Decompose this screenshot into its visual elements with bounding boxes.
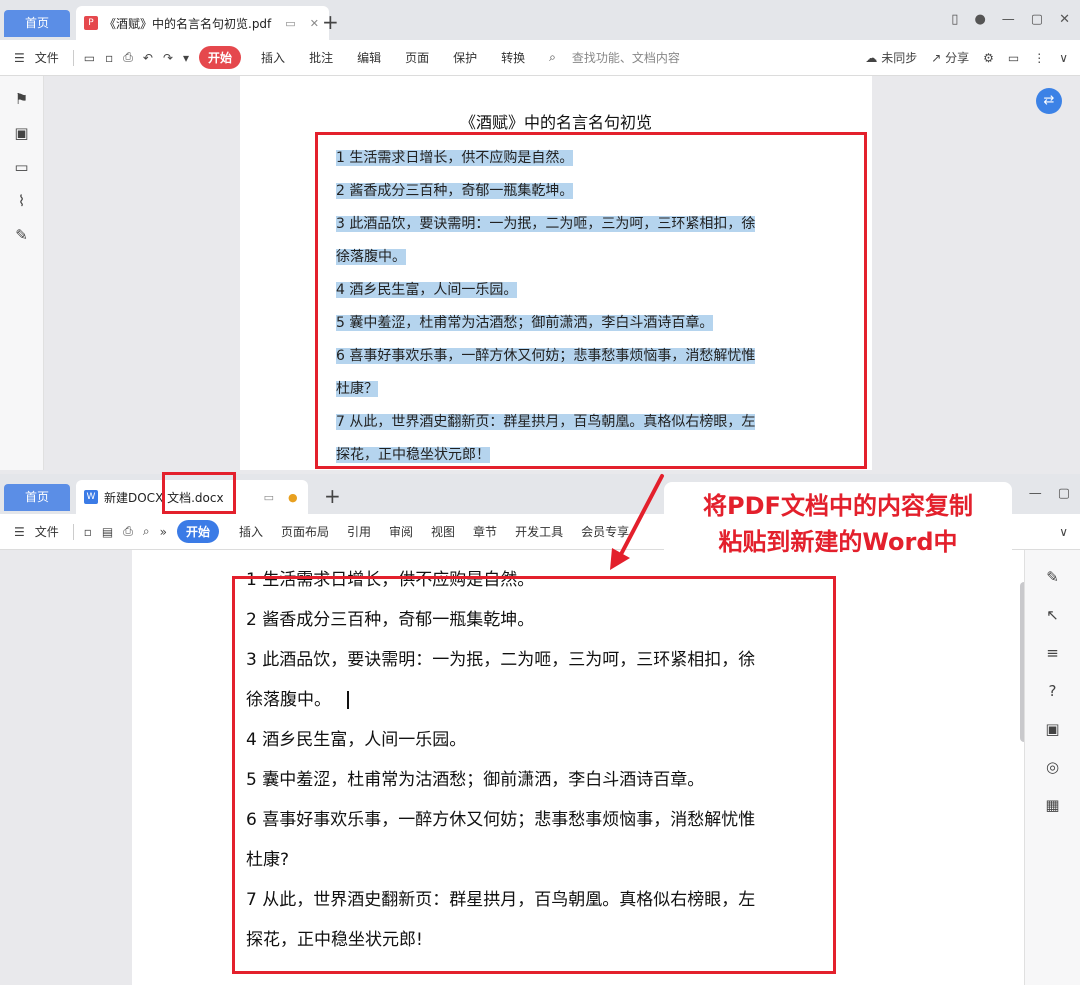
pdf-tab-title: 《酒赋》中的名言名句初览.pdf bbox=[104, 16, 272, 31]
callout-line-2: 粘贴到新建的Word中 bbox=[718, 528, 958, 556]
export-pdf-icon[interactable]: ▤ bbox=[102, 525, 113, 539]
tab-annotate[interactable]: 批注 bbox=[309, 49, 333, 66]
tab-edit[interactable]: 编辑 bbox=[357, 49, 381, 66]
collapse-icon[interactable]: ∨ bbox=[1059, 51, 1068, 65]
close-icon[interactable]: ✕ bbox=[1059, 12, 1070, 27]
tab-section[interactable]: 章节 bbox=[473, 523, 497, 540]
new-tab-icon[interactable]: + bbox=[322, 10, 339, 34]
save-icon[interactable]: ▫ bbox=[105, 51, 113, 65]
tab-layout[interactable]: 页面布局 bbox=[281, 523, 329, 540]
preview-icon[interactable]: ⌕ bbox=[143, 524, 150, 539]
more-icon[interactable]: ⋮ bbox=[1033, 51, 1045, 65]
callout-line-1: 将PDF文档中的内容复制 bbox=[703, 492, 973, 520]
file-menu[interactable]: 文件 bbox=[35, 49, 59, 66]
sync-button[interactable]: ☁ 未同步 bbox=[865, 49, 917, 66]
start-tab[interactable]: 开始 bbox=[199, 46, 242, 69]
share-label: 分享 bbox=[945, 51, 970, 65]
tab-insert[interactable]: 插入 bbox=[239, 523, 263, 540]
pdf-document-title: 《酒赋》中的名言名句初览 bbox=[459, 113, 652, 132]
signature-icon[interactable]: ✎ bbox=[0, 226, 43, 246]
translate-fab-icon[interactable]: ⇄ bbox=[1036, 88, 1062, 114]
maximize-icon[interactable]: ▢ bbox=[1058, 486, 1070, 501]
cursor-icon[interactable]: ↖ bbox=[1025, 606, 1080, 626]
word-right-rail: ✎ ↖ ≡ ? ▣ ◎ ▦ … bbox=[1024, 550, 1080, 985]
start-tab[interactable]: 开始 bbox=[176, 520, 219, 543]
tab-references[interactable]: 引用 bbox=[347, 523, 371, 540]
pdf-file-icon: P bbox=[84, 16, 98, 30]
divider bbox=[72, 523, 74, 540]
location-icon[interactable]: ◎ bbox=[1025, 758, 1080, 778]
cloud-icon: ☁ bbox=[865, 51, 882, 65]
tab-insert[interactable]: 插入 bbox=[261, 49, 285, 66]
monitor-icon[interactable]: ▭ bbox=[285, 17, 295, 30]
layout-icon[interactable]: ▯ bbox=[951, 12, 958, 27]
divider bbox=[72, 49, 74, 66]
redo-icon[interactable]: ↷ bbox=[163, 51, 173, 65]
sync-label: 未同步 bbox=[881, 51, 918, 65]
pdf-document-tab[interactable]: P 《酒赋》中的名言名句初览.pdf ▭ ✕ bbox=[76, 6, 329, 40]
print-icon[interactable]: ⎙ bbox=[123, 50, 133, 65]
open-folder-icon[interactable]: ▭ bbox=[84, 51, 95, 65]
undo-icon[interactable]: ↶ bbox=[143, 51, 153, 65]
tab-convert[interactable]: 转换 bbox=[501, 49, 525, 66]
comment-panel-icon[interactable]: ▭ bbox=[0, 158, 43, 178]
pdf-left-rail: ⚑ ▣ ▭ ⌇ ✎ bbox=[0, 76, 44, 470]
window-controls: — ▢ bbox=[1029, 486, 1070, 501]
more-icon[interactable]: … bbox=[1025, 976, 1080, 985]
bookmark-icon[interactable]: ⚑ bbox=[0, 90, 43, 110]
instruction-callout: 将PDF文档中的内容复制 粘贴到新建的Word中 bbox=[664, 482, 1012, 568]
monitor-icon[interactable]: ▭ bbox=[264, 491, 274, 504]
minimize-icon[interactable]: — bbox=[1029, 486, 1042, 501]
collapse-icon[interactable]: ∨ bbox=[1059, 525, 1068, 539]
settings-icon[interactable]: ⚙ bbox=[983, 51, 994, 65]
help-icon[interactable]: ? bbox=[1025, 682, 1080, 702]
word-file-icon: W bbox=[84, 490, 98, 504]
menu-icon[interactable]: ☰ bbox=[14, 525, 25, 539]
search-input[interactable]: 查找功能、文档内容 bbox=[572, 49, 680, 66]
unsaved-dot-icon: ● bbox=[287, 490, 298, 504]
share-button[interactable]: ↗ 分享 bbox=[931, 49, 969, 66]
grid-icon[interactable]: ▦ bbox=[1025, 796, 1080, 816]
avatar[interactable]: ● bbox=[974, 12, 985, 27]
pdf-highlight-box bbox=[315, 132, 867, 469]
tab-developer[interactable]: 开发工具 bbox=[515, 523, 563, 540]
pdf-toolbar: ☰ 文件 ▭ ▫ ⎙ ↶ ↷ ▾ 开始 插入 批注 编辑 页面 保护 转换 ⌕ … bbox=[0, 40, 1080, 76]
more-quick-icon[interactable]: » bbox=[160, 525, 167, 539]
attachment-icon[interactable]: ⌇ bbox=[0, 192, 43, 212]
minimize-icon[interactable]: — bbox=[1002, 12, 1015, 27]
thumbnail-icon[interactable]: ▣ bbox=[0, 124, 43, 144]
arrow-icon bbox=[610, 474, 664, 570]
pen-icon[interactable]: ✎ bbox=[1025, 568, 1080, 588]
new-tab-icon[interactable]: + bbox=[324, 484, 341, 508]
docx-tab-highlight-box bbox=[162, 472, 236, 514]
window-controls: ▯ ● — ▢ ✕ bbox=[951, 12, 1070, 27]
dropdown-icon[interactable]: ▾ bbox=[183, 51, 189, 65]
menu-icon[interactable]: ☰ bbox=[14, 51, 25, 65]
save-icon[interactable]: ▫ bbox=[84, 525, 92, 539]
home-tab[interactable]: 首页 bbox=[4, 484, 70, 511]
pdf-tabbar: 首页 P 《酒赋》中的名言名句初览.pdf ▭ ✕ + ▯ ● — ▢ ✕ bbox=[0, 0, 1080, 40]
adjust-icon[interactable]: ≡ bbox=[1025, 644, 1080, 664]
word-highlight-box bbox=[232, 576, 836, 974]
maximize-icon[interactable]: ▢ bbox=[1031, 12, 1043, 27]
toolbar-right-group: ☁ 未同步 ↗ 分享 ⚙ ▭ ⋮ ∨ bbox=[865, 49, 1080, 66]
assistant-icon[interactable]: ▣ bbox=[1025, 720, 1080, 740]
tab-protect[interactable]: 保护 bbox=[453, 49, 477, 66]
file-menu[interactable]: 文件 bbox=[35, 523, 59, 540]
comment-icon[interactable]: ▭ bbox=[1008, 51, 1019, 65]
close-tab-icon[interactable]: ✕ bbox=[310, 17, 319, 30]
search-icon: ⌕ bbox=[549, 50, 556, 64]
share-icon: ↗ bbox=[931, 51, 946, 65]
print-icon[interactable]: ⎙ bbox=[123, 524, 133, 539]
tab-review[interactable]: 审阅 bbox=[389, 523, 413, 540]
toolbar-right-group: ∨ bbox=[1059, 525, 1080, 539]
tab-view[interactable]: 视图 bbox=[431, 523, 455, 540]
tab-page[interactable]: 页面 bbox=[405, 49, 429, 66]
home-tab[interactable]: 首页 bbox=[4, 10, 70, 37]
